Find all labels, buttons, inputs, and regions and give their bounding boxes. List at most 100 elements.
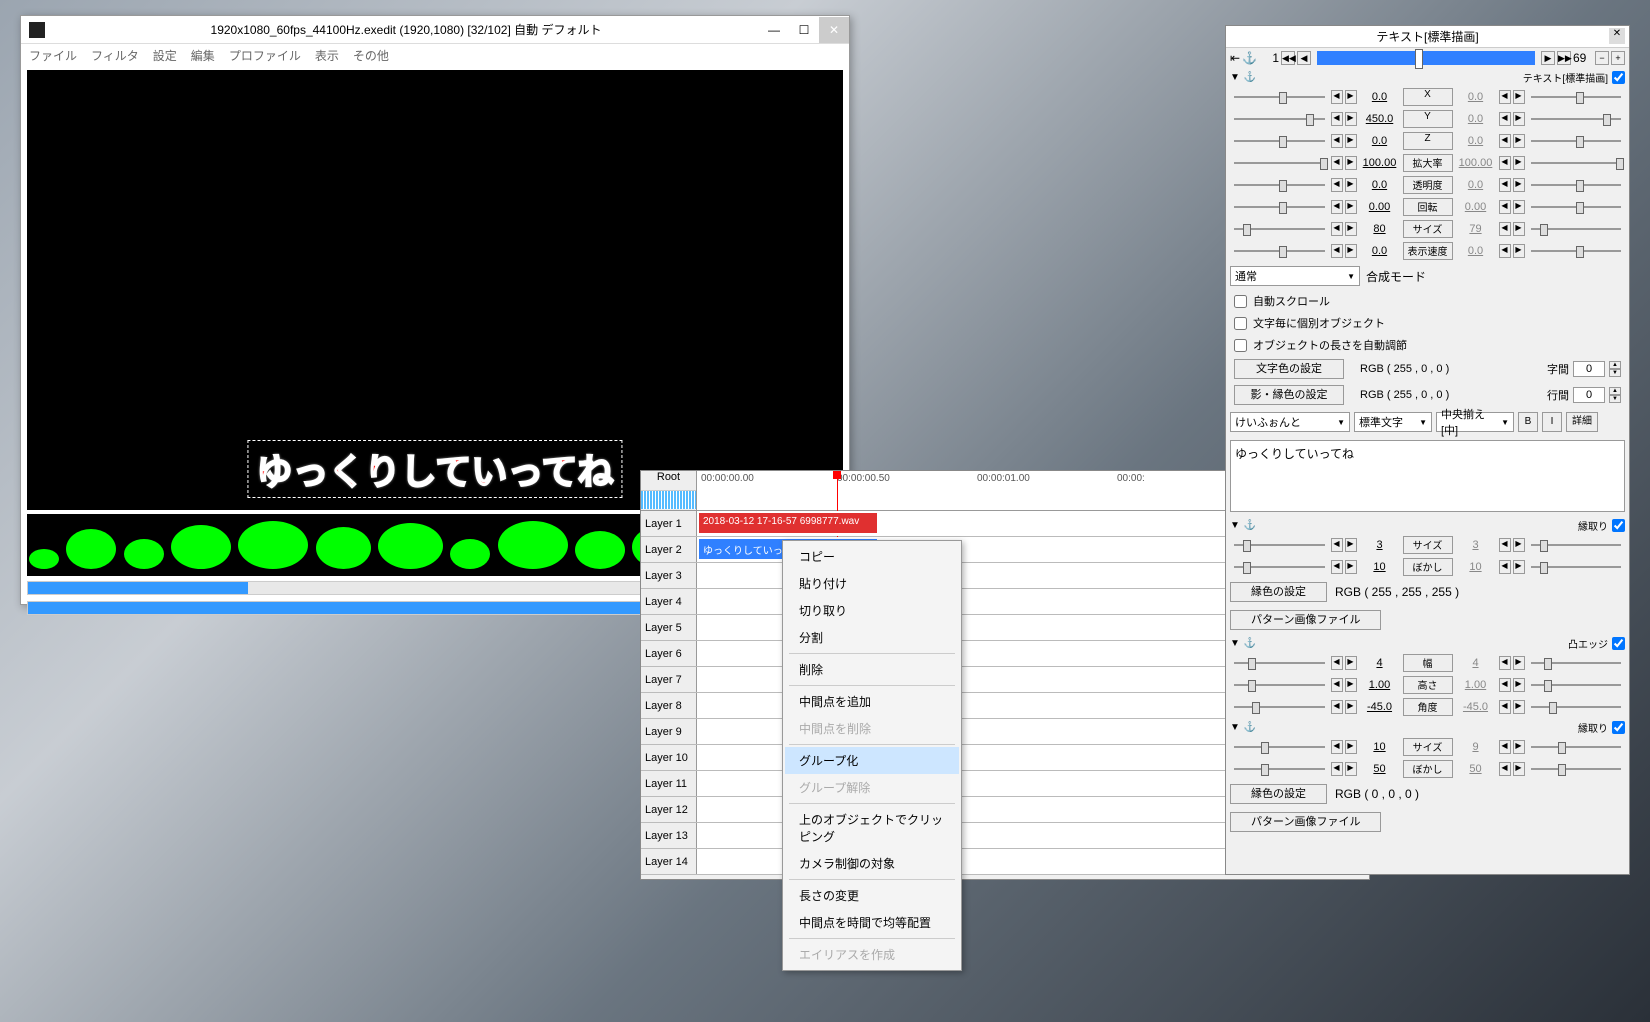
param-label-button[interactable]: ぼかし [1403,760,1453,778]
param-slider-left[interactable] [1234,560,1325,574]
edge2-enable-checkbox[interactable] [1612,721,1625,734]
edge2-toggle-icon[interactable]: ▼ [1230,722,1240,733]
bold-button[interactable]: B [1518,412,1538,432]
audio-clip[interactable]: 2018-03-12 17-16-57 6998777.wav [699,513,877,533]
auto-length-checkbox[interactable] [1234,339,1247,352]
param-label-button[interactable]: X [1403,88,1453,106]
cm-midpoint-time[interactable]: 中間点を時間で均等配置 [785,909,959,936]
param-inc-left[interactable]: ▶ [1345,656,1357,670]
layer-label[interactable]: Layer 3 [641,563,697,588]
param-dec-right[interactable]: ◀ [1499,156,1511,170]
layer-label[interactable]: Layer 11 [641,771,697,796]
param-inc-left[interactable]: ▶ [1345,762,1357,776]
param-slider-left[interactable] [1234,740,1325,754]
menu-other[interactable]: その他 [353,47,389,64]
layer-label[interactable]: Layer 9 [641,719,697,744]
layer-label[interactable]: Layer 12 [641,797,697,822]
param-dec-right[interactable]: ◀ [1499,112,1511,126]
layer-label[interactable]: Layer 10 [641,745,697,770]
anchor-icon[interactable]: ⚓ [1244,520,1256,531]
param-inc-left[interactable]: ▶ [1345,134,1357,148]
param-value-left[interactable]: -45.0 [1359,701,1401,713]
param-label-button[interactable]: 高さ [1403,676,1453,694]
param-inc-left[interactable]: ▶ [1345,678,1357,692]
param-slider-left[interactable] [1234,112,1325,126]
param-value-right[interactable]: 79 [1455,223,1497,235]
shadow-color-button[interactable]: 影・縁色の設定 [1234,385,1344,405]
param-inc-right[interactable]: ▶ [1513,656,1525,670]
param-value-left[interactable]: 100.00 [1359,157,1401,169]
param-slider-left[interactable] [1234,200,1325,214]
param-value-left[interactable]: 0.0 [1359,135,1401,147]
param-slider-left[interactable] [1234,156,1325,170]
param-inc-right[interactable]: ▶ [1513,156,1525,170]
param-value-right[interactable]: -45.0 [1455,701,1497,713]
param-dec-right[interactable]: ◀ [1499,90,1511,104]
param-dec-left[interactable]: ◀ [1331,178,1343,192]
param-slider-right[interactable] [1531,244,1622,258]
param-value-left[interactable]: 0.0 [1359,179,1401,191]
param-value-left[interactable]: 4 [1359,657,1401,669]
blend-mode-combo[interactable]: 通常 [1230,266,1360,286]
param-slider-right[interactable] [1531,740,1622,754]
param-dec-right[interactable]: ◀ [1499,134,1511,148]
frame-next-fast[interactable]: ▶▶ [1557,51,1571,65]
param-dec-right[interactable]: ◀ [1499,200,1511,214]
param-value-left[interactable]: 10 [1359,741,1401,753]
param-slider-left[interactable] [1234,178,1325,192]
param-value-left[interactable]: 3 [1359,539,1401,551]
param-value-left[interactable]: 80 [1359,223,1401,235]
param-value-right[interactable]: 0.0 [1455,245,1497,257]
anchor-icon[interactable]: ⚓ [1244,72,1256,83]
panel-close-button[interactable]: ✕ [1609,28,1625,44]
frame-dec[interactable]: − [1595,51,1609,65]
param-inc-right[interactable]: ▶ [1513,200,1525,214]
param-value-right[interactable]: 9 [1455,741,1497,753]
layer-label[interactable]: Layer 1 [641,511,697,536]
param-dec-left[interactable]: ◀ [1331,700,1343,714]
param-value-right[interactable]: 0.0 [1455,113,1497,125]
param-inc-right[interactable]: ▶ [1513,740,1525,754]
layer-label[interactable]: Layer 5 [641,615,697,640]
spacing-input[interactable] [1573,361,1605,377]
param-slider-right[interactable] [1531,90,1622,104]
frame-prev-fast[interactable]: ◀◀ [1281,51,1295,65]
param-inc-right[interactable]: ▶ [1513,700,1525,714]
param-dec-left[interactable]: ◀ [1331,244,1343,258]
cm-cut[interactable]: 切り取り [785,597,959,624]
param-label-button[interactable]: 幅 [1403,654,1453,672]
param-dec-right[interactable]: ◀ [1499,222,1511,236]
param-value-right[interactable]: 0.0 [1455,179,1497,191]
cm-add-midpoint[interactable]: 中間点を追加 [785,688,959,715]
param-slider-right[interactable] [1531,678,1622,692]
param-value-left[interactable]: 1.00 [1359,679,1401,691]
param-inc-left[interactable]: ▶ [1345,178,1357,192]
param-inc-left[interactable]: ▶ [1345,222,1357,236]
param-label-button[interactable]: 角度 [1403,698,1453,716]
bevel-enable-checkbox[interactable] [1612,637,1625,650]
align-combo[interactable]: 中央揃え[中] [1436,412,1514,432]
param-dec-right[interactable]: ◀ [1499,538,1511,552]
param-dec-left[interactable]: ◀ [1331,222,1343,236]
auto-scroll-checkbox[interactable] [1234,295,1247,308]
param-label-button[interactable]: サイズ [1403,738,1453,756]
section-enable-checkbox[interactable] [1612,71,1625,84]
param-label-button[interactable]: 透明度 [1403,176,1453,194]
param-slider-right[interactable] [1531,156,1622,170]
layer-label[interactable]: Layer 14 [641,849,697,874]
param-value-left[interactable]: 50 [1359,763,1401,775]
cm-camera-target[interactable]: カメラ制御の対象 [785,850,959,877]
param-slider-right[interactable] [1531,200,1622,214]
param-value-right[interactable]: 4 [1455,657,1497,669]
param-inc-left[interactable]: ▶ [1345,700,1357,714]
param-dec-left[interactable]: ◀ [1331,156,1343,170]
param-value-left[interactable]: 0.0 [1359,91,1401,103]
param-value-right[interactable]: 0.0 [1455,91,1497,103]
param-slider-right[interactable] [1531,560,1622,574]
per-char-checkbox[interactable] [1234,317,1247,330]
param-slider-right[interactable] [1531,178,1622,192]
frame-next[interactable]: ▶ [1541,51,1555,65]
param-inc-left[interactable]: ▶ [1345,90,1357,104]
spacing-down[interactable]: ▼ [1609,369,1621,377]
param-value-right[interactable]: 0.0 [1455,135,1497,147]
